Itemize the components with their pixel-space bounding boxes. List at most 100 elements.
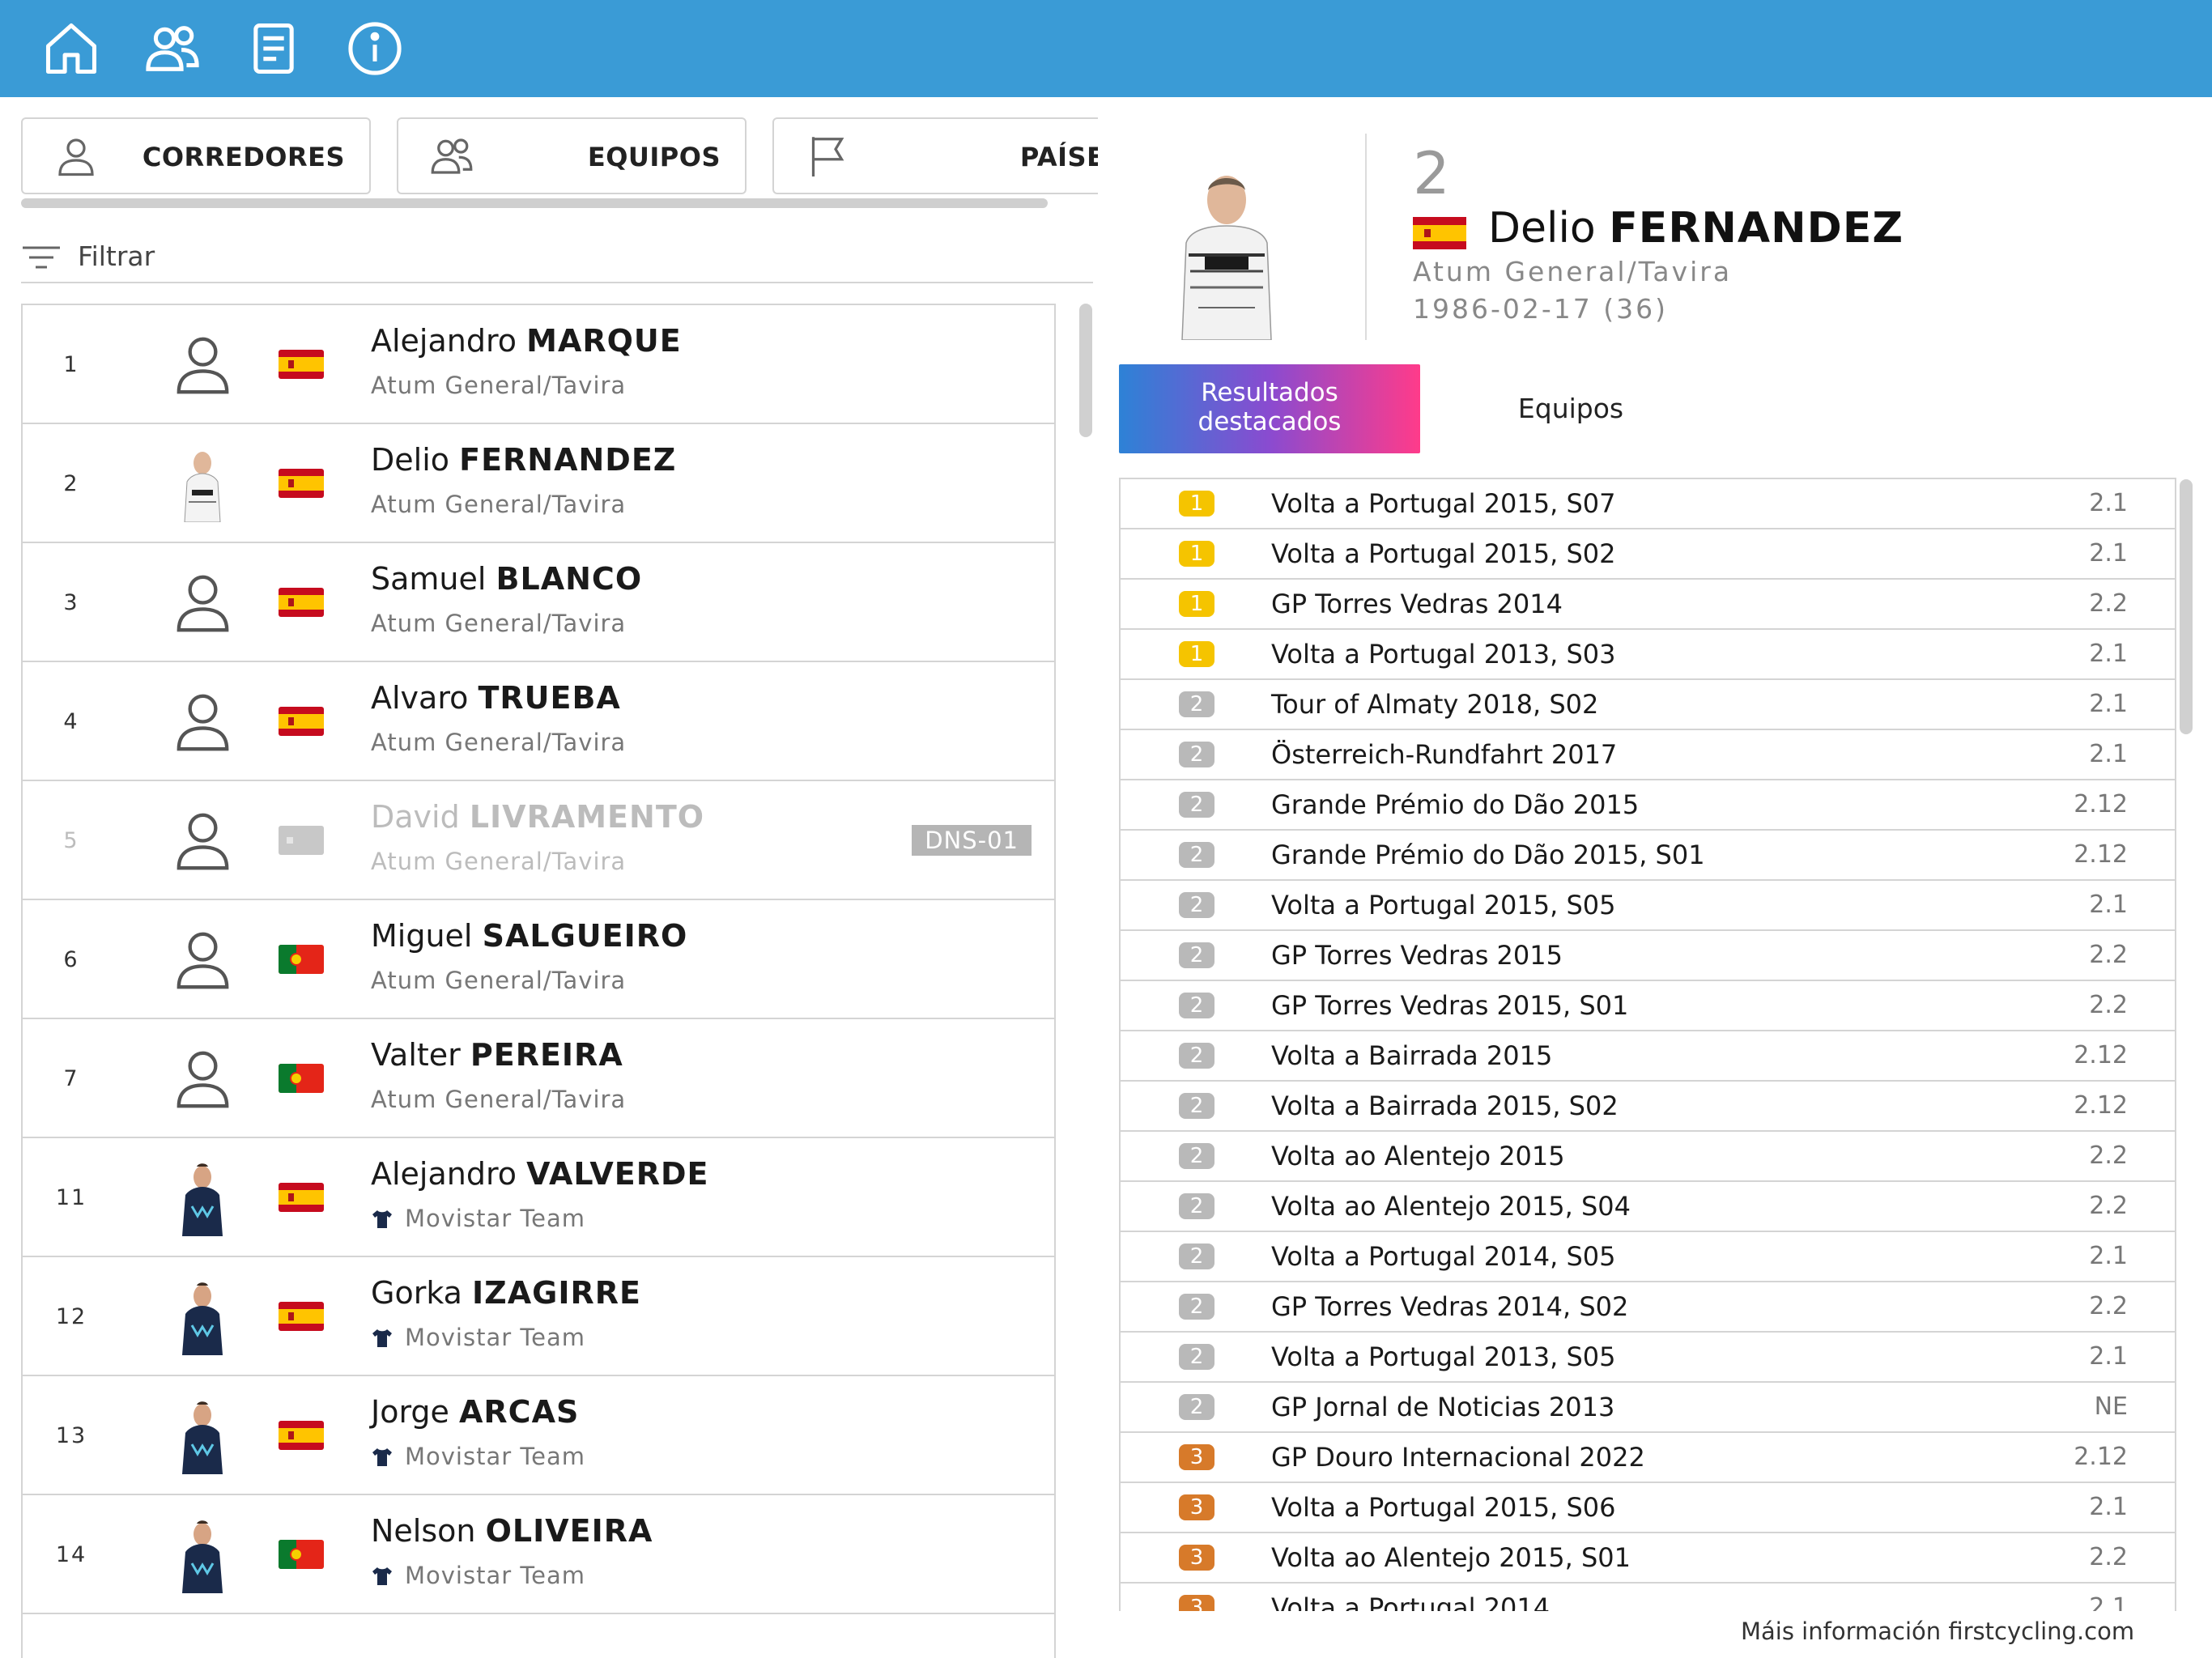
result-row[interactable]: 2 GP Torres Vedras 2014, S02 2.2 xyxy=(1121,1282,2175,1333)
result-row[interactable]: 2 Grande Prémio do Dão 2015, S01 2.12 xyxy=(1121,831,2175,881)
spain-flag-icon xyxy=(279,350,324,379)
result-row[interactable]: 2 Volta a Portugal 2013, S05 2.1 xyxy=(1121,1333,2175,1383)
portugal-flag-icon xyxy=(279,1064,324,1093)
result-row[interactable]: 2 Volta ao Alentejo 2015 2.2 xyxy=(1121,1132,2175,1182)
rider-last-name: OLIVEIRA xyxy=(485,1513,653,1549)
rider-first-name: Alvaro xyxy=(371,680,469,716)
document-icon[interactable] xyxy=(243,18,304,79)
race-category: 2.1 xyxy=(2089,690,2128,718)
filter-input[interactable] xyxy=(78,233,1049,278)
rider-list-scrollbar[interactable] xyxy=(1079,304,1092,437)
rider-row[interactable]: 13 Jorge ARCAS Movistar Team xyxy=(23,1376,1054,1495)
result-row[interactable]: 2 GP Torres Vedras 2015, S01 2.2 xyxy=(1121,981,2175,1031)
result-row[interactable]: 2 Österreich-Rundfahrt 2017 2.1 xyxy=(1121,730,2175,780)
results-scrollbar[interactable] xyxy=(2180,479,2193,734)
rider-team: Movistar Team xyxy=(371,1443,585,1470)
tab-teams[interactable]: Equipos xyxy=(1474,364,1668,453)
rider-last-name: ARCAS xyxy=(459,1394,580,1430)
race-category: 2.1 xyxy=(2089,740,2128,768)
result-row[interactable]: 2 Volta a Portugal 2015, S05 2.1 xyxy=(1121,881,2175,931)
result-row[interactable]: 2 Volta a Bairrada 2015, S02 2.12 xyxy=(1121,1082,2175,1132)
jersey-icon xyxy=(371,1207,393,1228)
rider-name: Miguel SALGUEIRO xyxy=(371,918,687,954)
rider-photo xyxy=(164,1159,241,1236)
spain-flag-icon xyxy=(279,469,324,498)
tab-equipos[interactable]: EQUIPOS xyxy=(397,117,747,194)
result-row[interactable]: 2 GP Jornal de Noticias 2013 NE xyxy=(1121,1383,2175,1433)
person-icon xyxy=(52,132,100,181)
rider-first-name: Nelson xyxy=(371,1513,476,1549)
rider-name: Alejandro VALVERDE xyxy=(371,1156,708,1192)
race-name: GP Douro Internacional 2022 xyxy=(1271,1442,1645,1473)
result-row[interactable]: 1 Volta a Portugal 2013, S03 2.1 xyxy=(1121,630,2175,680)
result-row[interactable]: 2 Tour of Almaty 2018, S02 2.1 xyxy=(1121,680,2175,730)
rider-row[interactable]: 14 Nelson OLIVEIRA Movistar Team xyxy=(23,1495,1054,1614)
rider-team-name: Atum General/Tavira xyxy=(371,610,627,637)
result-row[interactable]: 2 Volta a Portugal 2014, S05 2.1 xyxy=(1121,1232,2175,1282)
race-name: GP Torres Vedras 2014 xyxy=(1271,589,1563,619)
result-row[interactable]: 1 GP Torres Vedras 2014 2.2 xyxy=(1121,580,2175,630)
position-badge: 3 xyxy=(1179,1595,1214,1611)
rider-row[interactable]: 4 Alvaro TRUEBA Atum General/Tavira xyxy=(23,662,1054,781)
rider-team-name: Atum General/Tavira xyxy=(371,491,627,518)
rider-row[interactable]: 6 Miguel SALGUEIRO Atum General/Tavira xyxy=(23,900,1054,1019)
race-category: 2.1 xyxy=(2089,1342,2128,1371)
race-name: Volta a Bairrada 2015, S02 xyxy=(1271,1090,1619,1121)
position-badge: 1 xyxy=(1179,491,1214,517)
rider-team: Atum General/Tavira xyxy=(371,967,626,994)
info-icon[interactable] xyxy=(344,18,406,79)
race-category: 2.1 xyxy=(2089,1493,2128,1521)
avatar-placeholder-icon xyxy=(164,802,241,879)
race-name: GP Jornal de Noticias 2013 xyxy=(1271,1392,1615,1422)
rider-last-name: FERNANDEZ xyxy=(459,442,677,478)
race-category: 2.12 xyxy=(2074,840,2128,869)
rider-row[interactable]: 7 Valter PEREIRA Atum General/Tavira xyxy=(23,1019,1054,1138)
home-icon[interactable] xyxy=(40,18,102,79)
tabs-scrollbar[interactable] xyxy=(21,198,1048,208)
rider-last-name: BLANCO xyxy=(496,561,643,597)
race-category: 2.2 xyxy=(2089,1141,2128,1170)
portugal-flag-icon xyxy=(279,1540,324,1569)
rider-number: 2 xyxy=(63,471,79,496)
rider-row[interactable]: 1 Alejandro MARQUE Atum General/Tavira xyxy=(23,305,1054,424)
result-row[interactable]: 1 Volta a Portugal 2015, S02 2.1 xyxy=(1121,529,2175,580)
result-row[interactable]: 2 Volta a Bairrada 2015 2.12 xyxy=(1121,1031,2175,1082)
avatar-placeholder-icon xyxy=(164,683,241,760)
tab-highlighted-results[interactable]: Resultados destacados xyxy=(1119,364,1420,453)
result-row[interactable]: 2 Grande Prémio do Dão 2015 2.12 xyxy=(1121,780,2175,831)
spain-flag-icon xyxy=(279,1183,324,1212)
rider-row[interactable]: 2 Delio FERNANDEZ Atum General/Tavira xyxy=(23,424,1054,543)
more-info-link[interactable]: Máis información firstcycling.com xyxy=(1741,1618,2134,1645)
spain-flag-icon xyxy=(1413,217,1466,249)
result-row[interactable]: 2 GP Torres Vedras 2015 2.2 xyxy=(1121,931,2175,981)
position-badge: 3 xyxy=(1179,1545,1214,1571)
avatar-placeholder-icon xyxy=(164,326,241,403)
rider-row[interactable]: 3 Samuel BLANCO Atum General/Tavira xyxy=(23,543,1054,662)
result-row[interactable]: 2 Volta ao Alentejo 2015, S04 2.2 xyxy=(1121,1182,2175,1232)
race-category: 2.2 xyxy=(2089,1292,2128,1320)
race-name: Österreich-Rundfahrt 2017 xyxy=(1271,739,1618,770)
filter-icon xyxy=(21,241,62,274)
rider-name: David LIVRAMENTO xyxy=(371,799,704,835)
tab-paises[interactable]: PAÍSES xyxy=(772,117,1098,194)
rider-row[interactable]: 11 Alejandro VALVERDE Movistar Team xyxy=(23,1138,1054,1257)
rider-name: Valter PEREIRA xyxy=(371,1037,623,1073)
rider-row[interactable]: 12 Gorka IZAGIRRE Movistar Team xyxy=(23,1257,1054,1376)
rider-first-name: Samuel xyxy=(371,561,487,597)
tab-corredores[interactable]: CORREDORES xyxy=(21,117,371,194)
result-row[interactable]: 3 GP Douro Internacional 2022 2.12 xyxy=(1121,1433,2175,1483)
result-row[interactable]: 3 Volta a Portugal 2014 2.1 xyxy=(1121,1584,2175,1611)
position-badge: 2 xyxy=(1179,742,1214,767)
users-icon[interactable] xyxy=(142,18,203,79)
position-badge: 2 xyxy=(1179,993,1214,1018)
result-row[interactable]: 3 Volta ao Alentejo 2015, S01 2.2 xyxy=(1121,1533,2175,1584)
rider-row[interactable]: 5 David LIVRAMENTO Atum General/Tavira DNS-… xyxy=(23,781,1054,900)
tab-label: EQUIPOS xyxy=(587,142,721,172)
race-name: Grande Prémio do Dão 2015, S01 xyxy=(1271,840,1705,870)
result-row[interactable]: 1 Volta a Portugal 2015, S07 2.1 xyxy=(1121,479,2175,529)
race-name: Volta a Bairrada 2015 xyxy=(1271,1040,1553,1071)
rider-last-name: SALGUEIRO xyxy=(482,918,688,954)
result-row[interactable]: 3 Volta a Portugal 2015, S06 2.1 xyxy=(1121,1483,2175,1533)
race-category: 2.2 xyxy=(2089,1192,2128,1220)
rider-first-name: Delio xyxy=(371,442,450,478)
